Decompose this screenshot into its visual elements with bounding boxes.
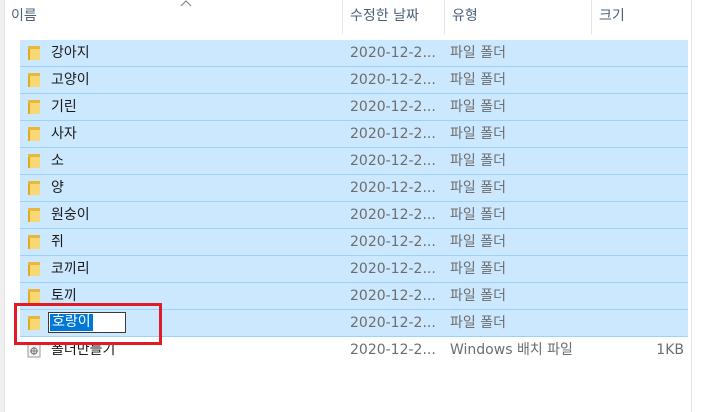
column-size[interactable]: 크기 bbox=[593, 0, 691, 34]
column-modified[interactable]: 수정한 날짜 bbox=[344, 0, 444, 34]
folder-row[interactable]: 양 2020-12-2... 파일 폴더 bbox=[20, 175, 688, 202]
item-name: 양 bbox=[51, 180, 64, 196]
item-date: 2020-12-2... bbox=[350, 45, 436, 61]
column-divider-right bbox=[691, 0, 692, 412]
item-date: 2020-12-2... bbox=[350, 342, 436, 358]
folder-row[interactable]: 고양이 2020-12-2... 파일 폴더 bbox=[20, 67, 688, 94]
folder-row[interactable]: 강아지 2020-12-2... 파일 폴더 bbox=[20, 40, 688, 67]
item-type: 파일 폴더 bbox=[450, 126, 506, 142]
column-type[interactable]: 유형 bbox=[446, 0, 591, 34]
column-modified-label: 수정한 날짜 bbox=[350, 8, 419, 24]
folder-icon bbox=[28, 208, 40, 222]
item-name: 소 bbox=[51, 153, 64, 169]
folder-icon bbox=[28, 127, 40, 141]
item-type: 파일 폴더 bbox=[450, 45, 506, 61]
folder-icon bbox=[28, 154, 40, 168]
item-date: 2020-12-2... bbox=[350, 72, 436, 88]
item-type: 파일 폴더 bbox=[450, 315, 506, 331]
item-date: 2020-12-2... bbox=[350, 288, 436, 304]
item-date: 2020-12-2... bbox=[350, 126, 436, 142]
item-date: 2020-12-2... bbox=[350, 180, 436, 196]
item-type: 파일 폴더 bbox=[450, 99, 506, 115]
item-type: 파일 폴더 bbox=[450, 234, 506, 250]
item-name: 사자 bbox=[51, 126, 77, 142]
column-separator[interactable] bbox=[342, 0, 343, 34]
item-date: 2020-12-2... bbox=[350, 261, 436, 277]
folder-row[interactable]: 코끼리 2020-12-2... 파일 폴더 bbox=[20, 256, 688, 283]
item-date: 2020-12-2... bbox=[350, 207, 436, 223]
folder-row[interactable]: 소 2020-12-2... 파일 폴더 bbox=[20, 148, 688, 175]
column-type-label: 유형 bbox=[452, 8, 478, 24]
item-name: 기린 bbox=[51, 99, 77, 115]
folder-row[interactable]: 사자 2020-12-2... 파일 폴더 bbox=[20, 121, 688, 148]
item-type: 파일 폴더 bbox=[450, 180, 506, 196]
item-type: 파일 폴더 bbox=[450, 261, 506, 277]
column-separator[interactable] bbox=[591, 0, 592, 34]
folder-icon bbox=[28, 46, 40, 60]
item-date: 2020-12-2... bbox=[350, 153, 436, 169]
item-type: 파일 폴더 bbox=[450, 207, 506, 223]
item-type: 파일 폴더 bbox=[450, 153, 506, 169]
item-name: 고양이 bbox=[51, 72, 90, 88]
folder-icon bbox=[28, 181, 40, 195]
column-name[interactable]: 이름 bbox=[5, 0, 342, 34]
folder-icon bbox=[28, 289, 40, 303]
folder-row[interactable]: 원숭이 2020-12-2... 파일 폴더 bbox=[20, 202, 688, 229]
column-separator[interactable] bbox=[444, 0, 445, 34]
folder-row[interactable]: 기린 2020-12-2... 파일 폴더 bbox=[20, 94, 688, 121]
item-name: 쥐 bbox=[51, 234, 64, 250]
folder-icon bbox=[28, 73, 40, 87]
item-date: 2020-12-2... bbox=[350, 234, 436, 250]
folder-icon bbox=[28, 262, 40, 276]
column-name-label: 이름 bbox=[11, 8, 37, 24]
column-size-label: 크기 bbox=[599, 8, 625, 24]
item-type: 파일 폴더 bbox=[450, 72, 506, 88]
folder-icon bbox=[28, 235, 40, 249]
column-header: 이름 수정한 날짜 유형 크기 bbox=[5, 0, 691, 34]
item-date: 2020-12-2... bbox=[350, 99, 436, 115]
item-type: Windows 배치 파일 bbox=[450, 342, 573, 358]
item-size: 1KB bbox=[656, 342, 684, 358]
item-name: 강아지 bbox=[51, 45, 90, 61]
item-type: 파일 폴더 bbox=[450, 288, 506, 304]
item-name: 코끼리 bbox=[51, 261, 90, 277]
left-pane-edge bbox=[0, 0, 5, 412]
folder-row[interactable]: 쥐 2020-12-2... 파일 폴더 bbox=[20, 229, 688, 256]
highlight-box bbox=[14, 303, 162, 345]
folder-icon bbox=[28, 100, 40, 114]
item-date: 2020-12-2... bbox=[350, 315, 436, 331]
item-name: 원숭이 bbox=[51, 207, 90, 223]
